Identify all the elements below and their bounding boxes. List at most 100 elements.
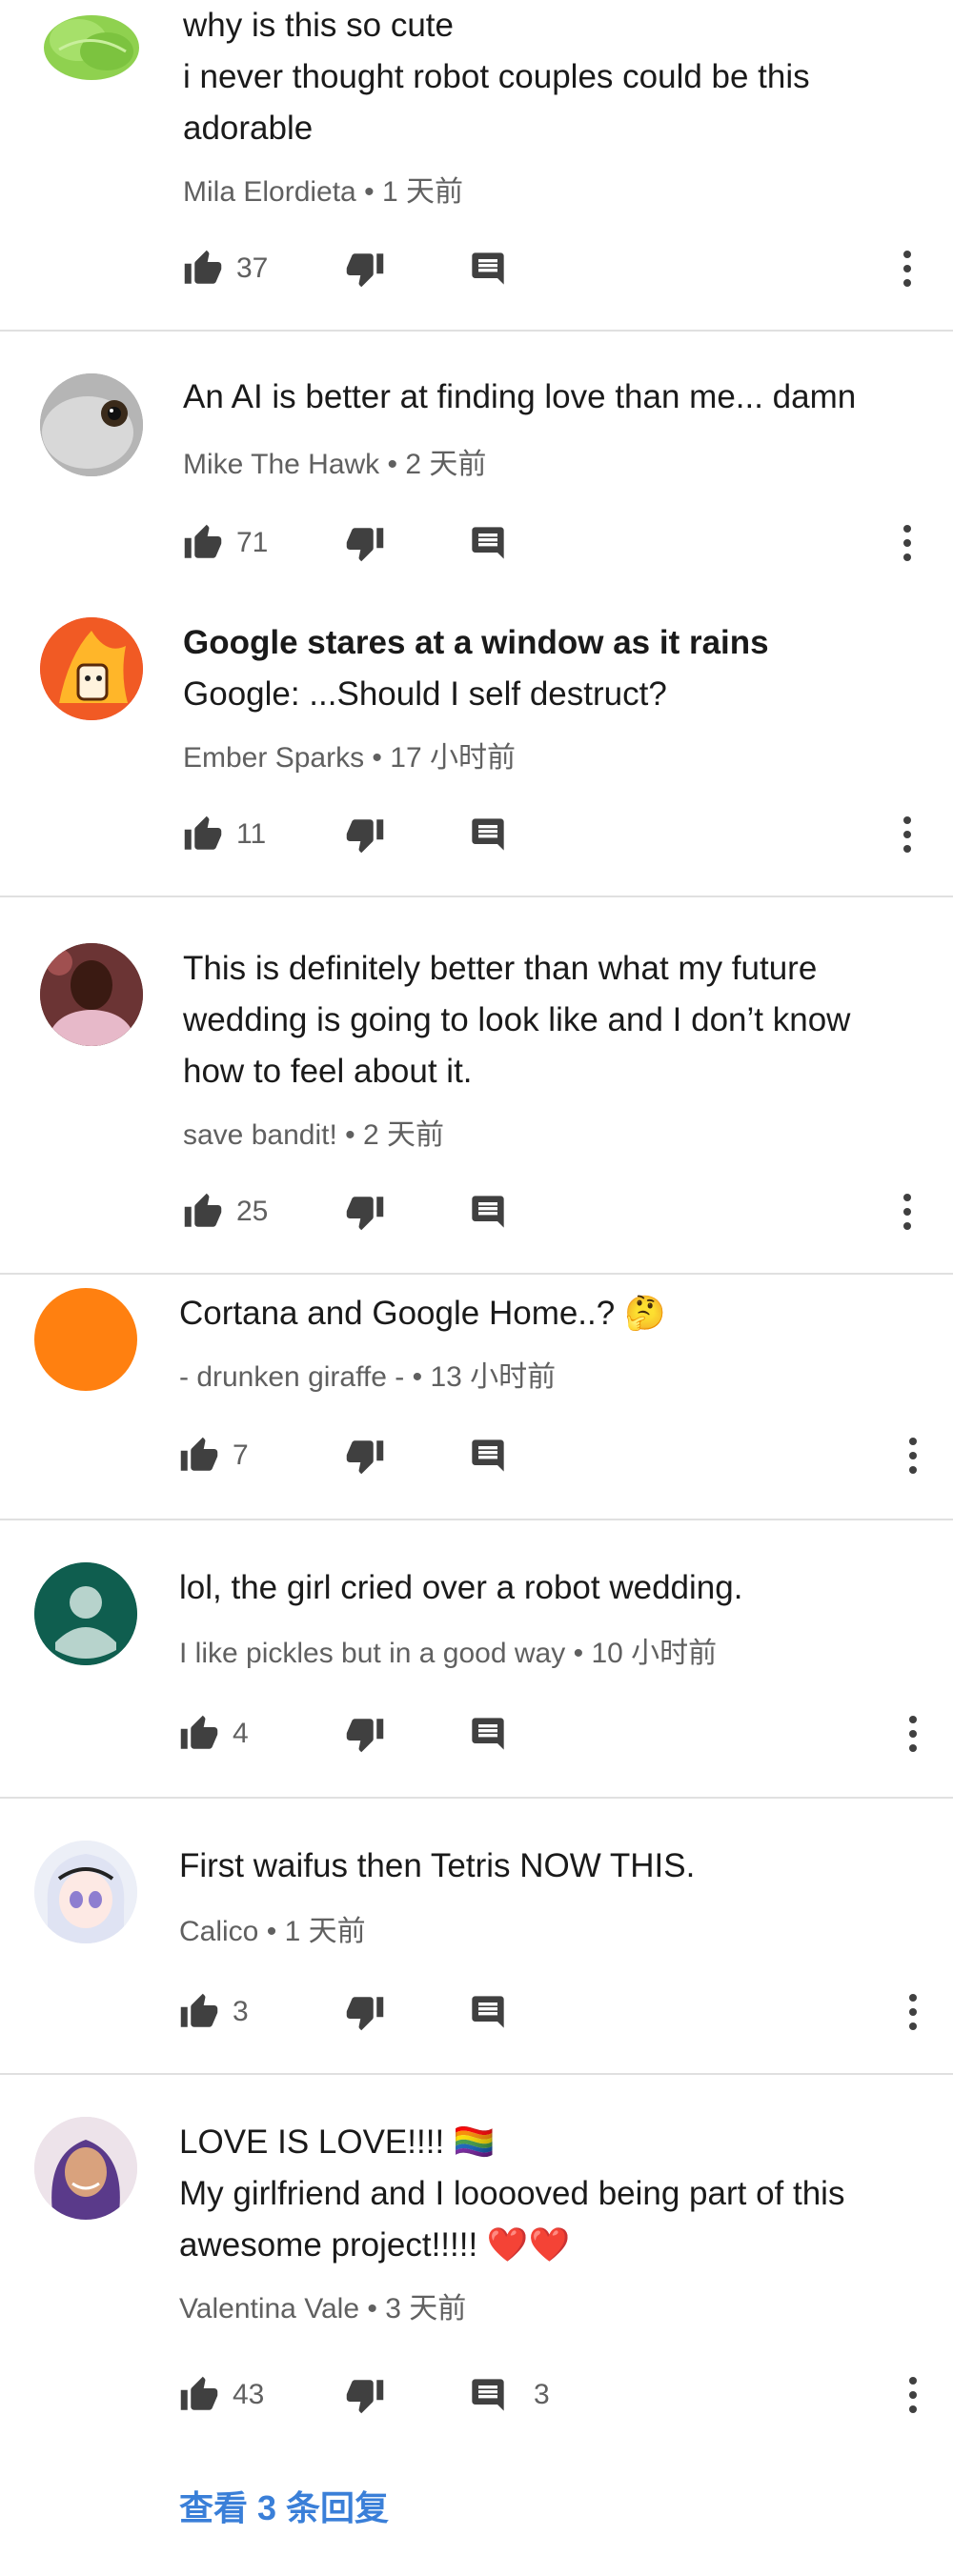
avatar[interactable] [40, 2, 143, 105]
like-button[interactable]: 71 [183, 514, 268, 572]
comment-line: how to feel about it. [183, 1053, 473, 1090]
comment-text: First waifus then Tetris NOW THIS. [179, 1841, 915, 1892]
like-icon [179, 2375, 219, 2415]
dislike-icon [345, 523, 385, 563]
like-button[interactable]: 43 [179, 2366, 264, 2424]
author-name[interactable]: Valentina Vale [179, 2293, 359, 2324]
divider [0, 2073, 953, 2075]
like-count: 25 [236, 1196, 269, 1227]
reply-icon [469, 524, 507, 562]
reply-button[interactable] [469, 806, 507, 863]
like-button[interactable]: 4 [179, 1705, 249, 1762]
more-vert-icon[interactable] [898, 806, 917, 863]
reply-button[interactable] [469, 1183, 507, 1240]
more-vert-icon[interactable] [898, 1183, 917, 1240]
reply-button[interactable] [469, 1427, 507, 1484]
timestamp: 1 天前 [284, 1916, 366, 1947]
dislike-button[interactable] [345, 806, 385, 863]
author-name[interactable]: I like pickles but in a good way [179, 1638, 565, 1669]
more-vert-icon[interactable] [898, 240, 917, 297]
avatar[interactable] [34, 1562, 137, 1665]
like-count: 11 [236, 818, 267, 850]
comment-line: LOVE IS LOVE!!!! 🏳️‍🌈 [179, 2123, 496, 2161]
reply-button[interactable] [469, 1983, 507, 2041]
divider [0, 1273, 953, 1275]
comment-line: awesome project!!!!! ❤️❤️ [179, 2226, 571, 2264]
timestamp: 10 小时前 [591, 1638, 718, 1669]
like-icon [183, 1192, 223, 1232]
comment-meta: Mike The Hawk • 2 天前 [183, 440, 486, 482]
separator: • [364, 176, 375, 208]
dislike-button[interactable] [345, 2366, 385, 2424]
more-vert-icon[interactable] [898, 514, 917, 572]
comment-actions: 7 [0, 1427, 953, 1484]
author-name[interactable]: - drunken giraffe - [179, 1361, 404, 1393]
like-button[interactable]: 25 [183, 1183, 268, 1240]
author-name[interactable]: Mila Elordieta [183, 176, 356, 208]
dislike-button[interactable] [345, 1183, 385, 1240]
reply-icon [469, 1993, 507, 2031]
comment-line: An AI is better at finding love than me.… [183, 378, 857, 415]
separator: • [372, 742, 382, 774]
more-vert-icon[interactable] [903, 2366, 923, 2424]
more-vert-icon[interactable] [903, 1427, 923, 1484]
author-name[interactable]: Ember Sparks [183, 742, 364, 774]
dislike-button[interactable] [345, 240, 385, 297]
like-icon [179, 1992, 219, 2032]
comment-actions: 3 [0, 1983, 953, 2041]
dislike-button[interactable] [345, 514, 385, 572]
divider [0, 330, 953, 332]
like-count: 4 [233, 1718, 249, 1749]
like-count: 71 [236, 527, 269, 558]
separator: • [367, 2293, 377, 2324]
timestamp: 2 天前 [362, 1119, 445, 1151]
timestamp: 13 小时前 [430, 1361, 557, 1393]
reply-icon [469, 1193, 507, 1231]
author-name[interactable]: Calico [179, 1916, 258, 1947]
like-icon [183, 249, 223, 289]
comment-line: wedding is going to look like and I don’… [183, 1001, 851, 1038]
avatar[interactable] [34, 2117, 137, 2220]
avatar[interactable] [40, 617, 143, 720]
avatar[interactable] [40, 943, 143, 1046]
comment-line: First waifus then Tetris NOW THIS. [179, 1847, 696, 1884]
author-name[interactable]: save bandit! [183, 1119, 337, 1151]
reply-button[interactable] [469, 240, 507, 297]
view-replies-link[interactable]: 查看 3 条回复 [179, 2481, 389, 2530]
comment-text: This is definitely better than what my f… [183, 943, 915, 1097]
comment-text: why is this so cute i never thought robo… [183, 0, 915, 154]
like-button[interactable]: 11 [183, 806, 266, 863]
like-button[interactable]: 7 [179, 1427, 249, 1484]
comment-actions: 11 [0, 806, 953, 863]
like-count: 43 [233, 2379, 265, 2410]
like-button[interactable]: 37 [183, 240, 268, 297]
like-icon [179, 1436, 219, 1476]
dislike-button[interactable] [345, 1427, 385, 1484]
comment-line: Cortana and Google Home..? 🤔 [179, 1295, 666, 1332]
comment-actions: 4 [0, 1705, 953, 1762]
reply-button[interactable]: 3 [469, 2366, 550, 2424]
author-name[interactable]: Mike The Hawk [183, 449, 379, 480]
comment-line: My girlfriend and I looooved being part … [179, 2175, 845, 2212]
dislike-button[interactable] [345, 1705, 385, 1762]
like-icon [183, 523, 223, 563]
separator: • [412, 1361, 423, 1393]
more-vert-icon[interactable] [903, 1983, 923, 2041]
comment-meta: save bandit! • 2 天前 [183, 1111, 444, 1153]
reply-button[interactable] [469, 1705, 507, 1762]
avatar[interactable] [34, 1841, 137, 1943]
avatar[interactable] [40, 373, 143, 476]
dislike-icon [345, 1714, 385, 1754]
like-count: 37 [236, 252, 269, 284]
reply-icon [469, 815, 507, 854]
dislike-button[interactable] [345, 1983, 385, 2041]
comment-actions: 25 [0, 1183, 953, 1240]
comment-text: LOVE IS LOVE!!!! 🏳️‍🌈 My girlfriend and … [179, 2117, 915, 2271]
comment-text: Google stares at a window as it rains Go… [183, 617, 915, 720]
avatar[interactable] [34, 1288, 137, 1391]
comment-meta: - drunken giraffe - • 13 小时前 [179, 1353, 556, 1395]
separator: • [573, 1638, 584, 1669]
reply-button[interactable] [469, 514, 507, 572]
like-button[interactable]: 3 [179, 1983, 249, 2041]
more-vert-icon[interactable] [903, 1705, 923, 1762]
